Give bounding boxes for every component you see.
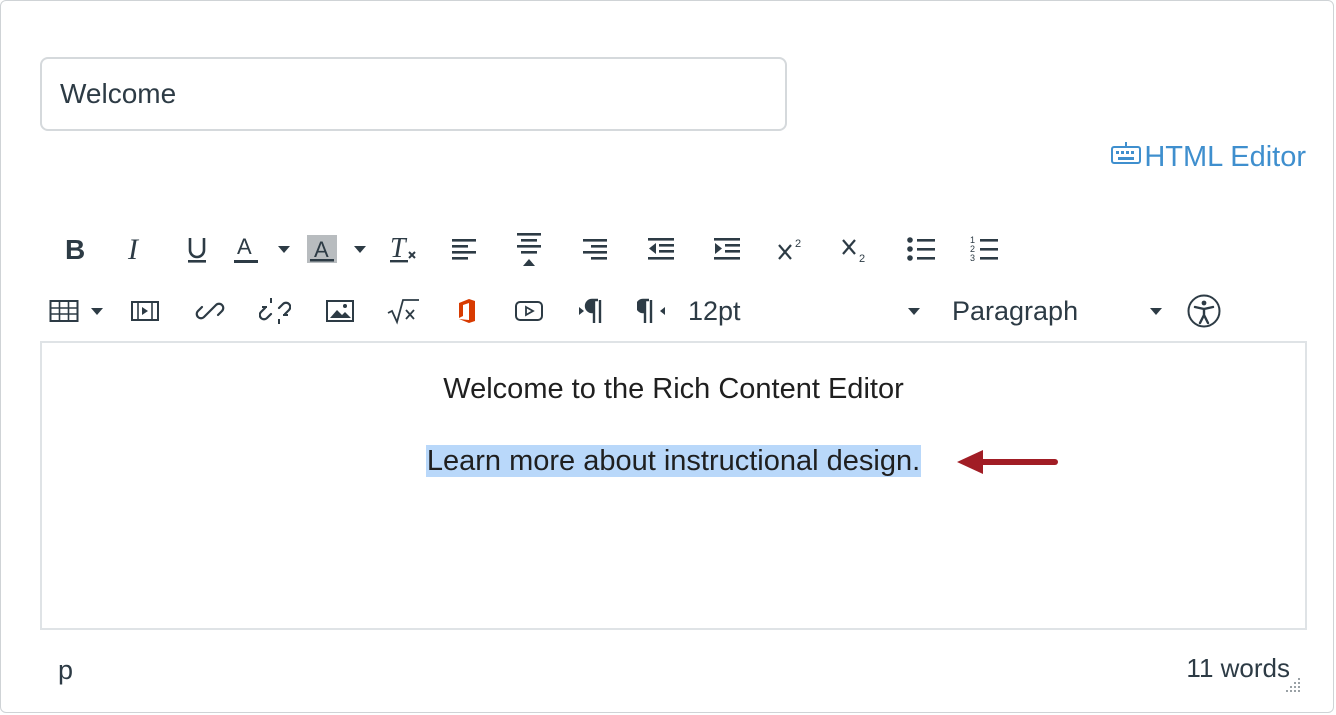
indent-button[interactable] — [694, 226, 760, 272]
italic-icon: I — [127, 234, 140, 264]
superscript-button[interactable]: 2 — [760, 226, 822, 272]
italic-button[interactable]: I — [102, 226, 172, 272]
clear-formatting-button[interactable]: T — [374, 226, 432, 272]
html-editor-label: HTML Editor — [1144, 140, 1306, 173]
chevron-down-icon — [278, 245, 290, 253]
equation-button[interactable] — [372, 288, 436, 334]
ltr-button[interactable] — [560, 288, 624, 334]
media-button[interactable] — [112, 288, 178, 334]
outdent-button[interactable] — [628, 226, 694, 272]
office-button[interactable] — [436, 288, 498, 334]
resize-handle-icon[interactable] — [1284, 676, 1302, 694]
table-dropdown[interactable] — [82, 288, 112, 334]
subscript-button[interactable]: 2 — [822, 226, 888, 272]
equation-icon — [387, 299, 419, 325]
block-format-value: Paragraph — [952, 295, 1079, 326]
background-color-button[interactable]: A — [298, 226, 346, 272]
align-center-button[interactable] — [496, 226, 562, 272]
align-left-icon — [452, 239, 476, 260]
underline-icon — [188, 238, 206, 263]
bold-icon: B — [65, 235, 85, 263]
align-right-button[interactable] — [562, 226, 628, 272]
chevron-down-icon — [908, 307, 920, 315]
element-path: p — [58, 655, 74, 685]
annotation-arrow-icon — [957, 450, 1058, 474]
block-format-select[interactable]: Paragraph — [952, 296, 1162, 327]
align-center-icon — [517, 233, 541, 266]
bullet-list-icon — [907, 237, 935, 261]
rtl-icon — [637, 298, 665, 323]
numbered-list-button[interactable]: 123 — [954, 226, 1016, 272]
accessibility-icon — [1187, 294, 1221, 328]
background-color-dropdown[interactable] — [346, 226, 374, 272]
accessibility-checker-button[interactable] — [1184, 288, 1224, 334]
outdent-icon — [648, 238, 674, 260]
media-icon — [131, 301, 159, 321]
underline-button[interactable] — [172, 226, 222, 272]
align-left-button[interactable] — [432, 226, 496, 272]
svg-text:B: B — [65, 235, 85, 263]
svg-text:I: I — [127, 234, 140, 264]
table-button[interactable] — [46, 288, 82, 334]
bullet-list-button[interactable] — [888, 226, 954, 272]
link-button[interactable] — [178, 288, 242, 334]
toolbar-row-formatting: B I A A T 2 2 123 — [46, 226, 1016, 272]
unlink-icon — [259, 298, 291, 324]
content-editable-area[interactable]: Welcome to the Rich Content Editor Learn… — [40, 341, 1307, 630]
svg-text:T: T — [390, 233, 408, 264]
rtl-button[interactable] — [624, 288, 682, 334]
text-color-icon: A — [234, 234, 258, 263]
indent-icon — [714, 238, 740, 260]
word-count: 11 words — [1186, 653, 1290, 683]
keyboard-icon — [1110, 140, 1142, 174]
selected-text[interactable]: Learn more about instructional design. — [425, 445, 922, 477]
office-icon — [459, 299, 475, 323]
chevron-down-icon — [91, 307, 103, 315]
unlink-button[interactable] — [242, 288, 308, 334]
svg-text:2: 2 — [795, 238, 801, 250]
content-heading-line: Welcome to the Rich Content Editor — [443, 373, 904, 405]
embed-video-button[interactable] — [498, 288, 560, 334]
image-button[interactable] — [308, 288, 372, 334]
title-input[interactable] — [40, 57, 787, 131]
font-size-select[interactable]: 12pt — [688, 296, 920, 327]
svg-text:A: A — [314, 237, 329, 262]
svg-text:3: 3 — [970, 253, 975, 263]
content-selection-line: Learn more about instructional design. — [42, 445, 1305, 478]
text-color-dropdown[interactable] — [270, 226, 298, 272]
svg-text:A: A — [237, 234, 252, 259]
chevron-down-icon — [1150, 307, 1162, 315]
align-right-icon — [583, 239, 607, 260]
image-icon — [326, 300, 354, 322]
ltr-icon — [579, 298, 602, 323]
embed-video-icon — [515, 301, 543, 321]
font-size-value: 12pt — [688, 295, 741, 326]
table-icon — [49, 300, 79, 322]
text-color-button[interactable]: A — [222, 226, 270, 272]
clear-formatting-icon: T — [390, 233, 416, 264]
bold-button[interactable]: B — [46, 226, 102, 272]
link-icon — [195, 302, 225, 320]
numbered-list-icon: 123 — [970, 235, 998, 263]
chevron-down-icon — [354, 245, 366, 253]
toolbar-row-insert: 12pt Paragraph — [46, 288, 1304, 334]
html-editor-link[interactable]: HTML Editor — [1110, 140, 1306, 174]
superscript-icon: 2 — [778, 238, 801, 260]
background-color-icon: A — [307, 235, 337, 263]
subscript-icon: 2 — [842, 239, 865, 264]
svg-text:2: 2 — [859, 253, 865, 264]
